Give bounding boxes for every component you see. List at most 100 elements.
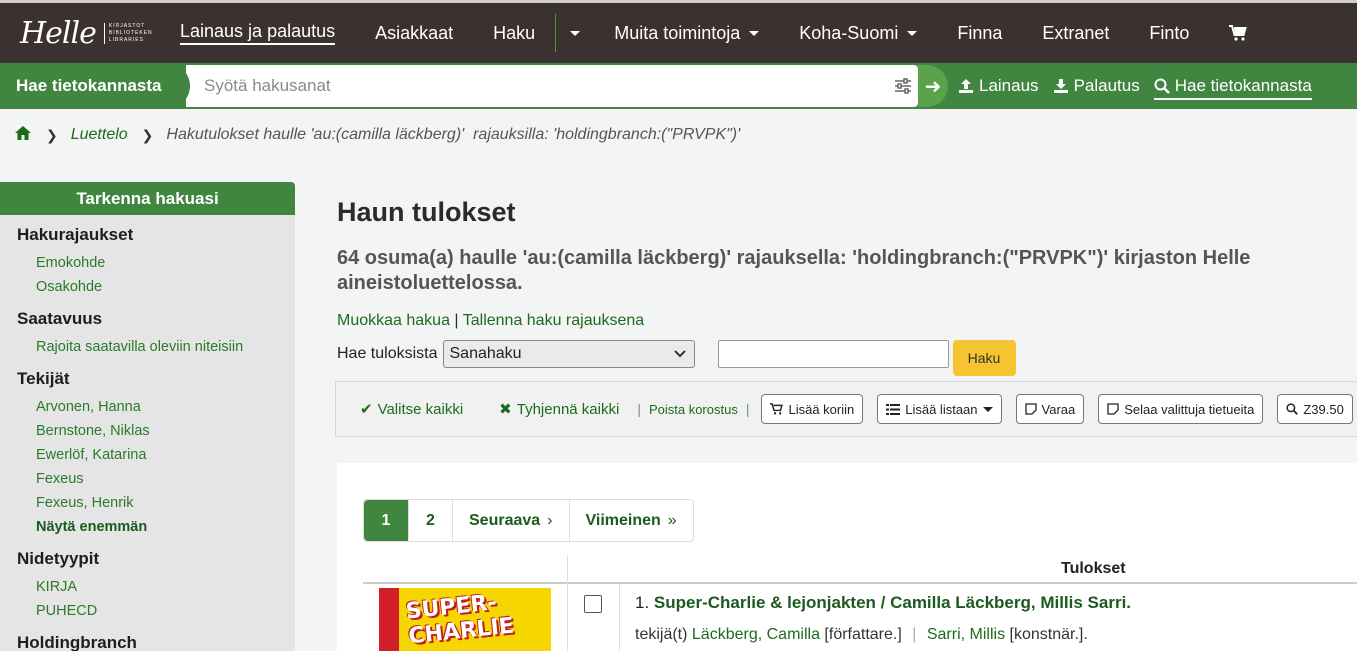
lainaus-action[interactable]: Lainaus [958, 76, 1039, 96]
select-record-checkbox[interactable] [584, 595, 602, 613]
add-to-cart-button[interactable]: Lisää koriin [761, 394, 864, 424]
cover-image[interactable]: SUPER- CHARLIE [379, 588, 551, 651]
facet-title: Tekijät [17, 369, 70, 388]
page-title: Haun tulokset [337, 197, 516, 227]
cart-icon [770, 403, 784, 415]
facet-title: Saatavuus [17, 309, 103, 328]
nav-lainaus-ja-palautus[interactable]: Lainaus ja palautus [160, 3, 355, 63]
record-authors: tekijä(t) Läckberg, Camilla [författare.… [635, 626, 1088, 644]
last-page-button[interactable]: Viimeinen » [570, 500, 693, 541]
edit-search-link[interactable]: Muokkaa hakua [337, 312, 450, 329]
facet-item-author[interactable]: Bernstone, Niklas [36, 419, 295, 443]
filter-settings-icon[interactable] [894, 77, 912, 95]
facet-title: Hakurajaukset [17, 225, 134, 244]
search-within-row: Hae tuloksista Sanahaku Haku [337, 332, 1357, 376]
search-actions: Lainaus Palautus Hae tietokannasta [958, 63, 1326, 109]
author-separator: | [912, 626, 917, 643]
hold-button[interactable]: Varaa [1015, 394, 1085, 424]
lainaus-label: Lainaus [979, 76, 1039, 95]
search-bar: Hae tietokannasta ➜ Lainaus Palautus Hae… [0, 63, 1357, 109]
search-submit-arrow-icon[interactable]: ➜ [918, 65, 948, 107]
search-within-label: Hae tuloksista [337, 345, 438, 362]
nav-muita-toimintoja[interactable]: Muita toimintoja [594, 3, 779, 63]
facet-item-osakohde[interactable]: Osakohde [36, 275, 295, 299]
browse-selected-button[interactable]: Selaa valittuja tietueita [1098, 394, 1264, 424]
page-2[interactable]: 2 [409, 500, 453, 541]
nav-finna[interactable]: Finna [937, 3, 1022, 63]
hae-tietokannasta-label: Hae tietokannasta [1174, 76, 1312, 95]
facet-item-available[interactable]: Rajoita saatavilla oleviin niteisiin [36, 335, 295, 359]
list-icon [886, 403, 901, 415]
close-icon: ✖ [499, 401, 512, 418]
search-icon [1154, 78, 1170, 94]
facet-item-author[interactable]: Arvonen, Hanna [36, 395, 295, 419]
breadcrumb-chevron-icon: ❯ [46, 126, 58, 143]
nav-label: Lainaus ja palautus [180, 21, 336, 45]
show-more-link[interactable]: Näytä enemmän [36, 515, 295, 539]
toolbar-separator: | [745, 401, 750, 417]
nav-haku-dropdown[interactable] [556, 3, 594, 63]
facet-item-author[interactable]: Fexeus, Henrik [36, 491, 295, 515]
search-within-select[interactable]: Sanahaku [442, 340, 695, 368]
nav-extranet[interactable]: Extranet [1022, 3, 1129, 63]
cover-title-text: SUPER- CHARLIE [405, 589, 515, 649]
search-within-button[interactable]: Haku [952, 340, 1016, 376]
table-row: SUPER- CHARLIE 1. Super-Charlie & lejonj… [363, 584, 1357, 651]
search-icon [1286, 403, 1299, 415]
nav-label: Muita toimintoja [614, 22, 741, 43]
facet-item-emokohde[interactable]: Emokohde [36, 251, 295, 275]
clear-all-label: Tyhjennä kaikki [516, 400, 620, 418]
add-to-list-button[interactable]: Lisää listaan [877, 394, 1002, 424]
caret-down-icon [907, 30, 918, 36]
z3950-label: Z39.50 [1303, 401, 1344, 417]
sticky-note-icon [1107, 403, 1119, 415]
palautus-action[interactable]: Palautus [1053, 76, 1140, 96]
clear-all-button[interactable]: ✖ Tyhjennä kaikki [499, 400, 620, 419]
facet-item-author[interactable]: Ewerlöf, Katarina [36, 443, 295, 467]
facet-item-itemtype[interactable]: KIRJA [36, 575, 295, 599]
remove-highlight-link[interactable]: Poista korostus [649, 402, 738, 417]
author-link[interactable]: Läckberg, Camilla [692, 626, 820, 643]
last-label: Viimeinen [585, 511, 661, 529]
nav-finto[interactable]: Finto [1129, 3, 1209, 63]
z3950-search-button[interactable]: Z39.50 [1277, 394, 1353, 424]
breadcrumb: ❯ Luettelo ❯ Hakutulokset haulle 'au:(ca… [0, 109, 1357, 161]
record-title-link[interactable]: Super-Charlie & lejonjakten / Camilla Lä… [654, 593, 1131, 612]
check-icon: ✔ [360, 401, 373, 418]
nav-koha-suomi[interactable]: Koha-Suomi [779, 3, 937, 63]
breadcrumb-luettelo[interactable]: Luettelo [71, 126, 128, 144]
search-type-label[interactable]: Hae tietokannasta [0, 63, 190, 109]
home-icon[interactable] [14, 125, 32, 146]
cart-icon[interactable] [1209, 3, 1267, 63]
search-within-input[interactable] [717, 340, 949, 368]
logo-text: Helle [20, 15, 97, 51]
author-link[interactable]: Sarri, Millis [927, 626, 1005, 643]
caret-down-icon [982, 406, 993, 412]
save-search-link[interactable]: Tallenna haku rajauksena [463, 312, 644, 329]
hae-tietokannasta-action[interactable]: Hae tietokannasta [1153, 76, 1312, 100]
record-title-line: 1. Super-Charlie & lejonjakten / Camilla… [635, 593, 1131, 613]
next-page-button[interactable]: Seuraava › [453, 500, 570, 541]
download-icon [1053, 79, 1068, 93]
double-chevron-right-icon: » [667, 511, 677, 529]
summary-line: aineistoluettelossa. [337, 272, 523, 294]
caret-down-icon [749, 30, 760, 36]
facet-item-author[interactable]: Fexeus [36, 467, 295, 491]
top-navigation: Helle KIRJASTOT BIBLIOTEKEN LIBRARIES La… [0, 0, 1357, 63]
results-table-header: Tulokset [363, 555, 1357, 584]
select-all-button[interactable]: ✔ Valitse kaikki [360, 400, 464, 419]
helle-logo[interactable]: Helle KIRJASTOT BIBLIOTEKEN LIBRARIES [0, 3, 160, 63]
author-role: [författare.] [824, 626, 902, 643]
facet-item-itemtype[interactable]: PUHECD [36, 599, 295, 623]
results-column-header: Tulokset [1061, 560, 1126, 577]
page-1[interactable]: 1 [364, 500, 409, 541]
nav-asiakkaat[interactable]: Asiakkaat [355, 3, 473, 63]
upload-icon [959, 79, 973, 93]
authors-prefix: tekijä(t) [635, 626, 688, 643]
nav-haku[interactable]: Haku [473, 3, 555, 63]
sidebar-title: Tarkenna hakuasi [0, 182, 295, 215]
nav-label: Koha-Suomi [799, 22, 899, 43]
search-input[interactable] [204, 76, 844, 96]
facet-title: Nidetyypit [17, 549, 100, 568]
select-all-label: Valitse kaikki [377, 400, 464, 418]
